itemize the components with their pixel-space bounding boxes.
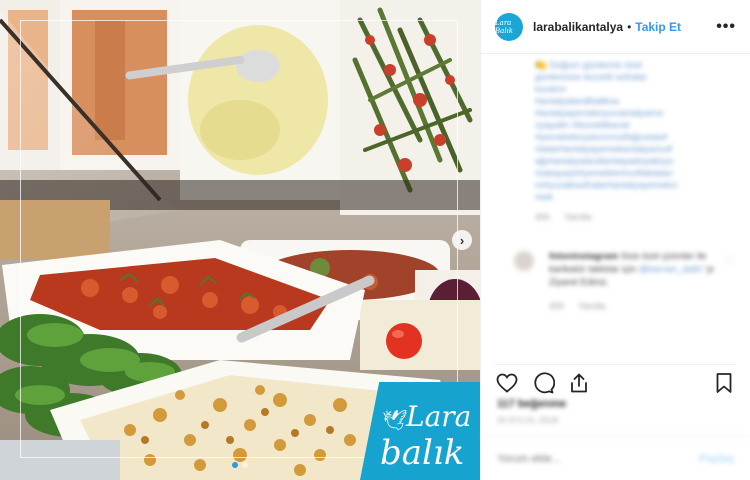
caption-line: zyayalin #lezzetlikanat [535, 120, 630, 131]
comment-mention[interactable]: @karvan_dallri [639, 264, 703, 275]
profile-avatar[interactable]: Lara Balık [495, 12, 523, 41]
share-icon[interactable] [567, 371, 591, 395]
caption-line: ağı#antalyalarafantalyadoyaklıyo [535, 156, 674, 167]
caption-meta: 40h Yanıtla [535, 212, 734, 222]
post-comment-button[interactable]: Paylaş [699, 453, 734, 465]
comments-section[interactable]: 🍋 Doğum günlerine özel günlerinize lezze… [481, 54, 750, 356]
carousel-dot-2 [242, 462, 248, 468]
caption-line: makayaşlı#yemeklerimutfaktaları [535, 168, 674, 179]
more-options-icon[interactable]: ••• [716, 18, 736, 36]
caption-line: kuralım [535, 84, 567, 95]
reply-link[interactable]: Yanıtla [578, 301, 605, 311]
comment-meta: 40h Yanıtla [549, 301, 734, 311]
post-caption: 🍋 Doğum günlerine özel günlerinize lezze… [535, 60, 734, 204]
chevron-right-icon: › [459, 232, 465, 248]
carousel-dot-1 [232, 462, 238, 468]
commenter-avatar[interactable] [513, 250, 535, 272]
avatar-text: Lara Balık [495, 18, 514, 35]
comment-like-icon[interactable]: ♡ [725, 256, 734, 267]
post-actions [495, 364, 736, 394]
caption-age: 40h [535, 212, 551, 222]
username-link[interactable]: larabalikantalya [533, 20, 623, 34]
bookmark-icon[interactable] [712, 371, 736, 395]
comment-age: 40h [549, 301, 565, 311]
comment-item: fotoninstagram Size özel çizimler ile ka… [497, 250, 734, 289]
post-side-panel: Lara Balık larabalikantalya • Takip Et •… [480, 0, 750, 480]
post-date: 20 EYLÜL 2018 [497, 416, 559, 425]
post-photo[interactable]: 🕊 Lara balık › [0, 0, 480, 480]
header-separator: • [627, 19, 632, 34]
caption-line: #antalyalarafbaliksa [535, 96, 619, 107]
bird-logo-icon: 🕊 [382, 410, 408, 432]
heart-icon[interactable] [495, 371, 519, 395]
caption-line: #yemekdünyasınımutfağıustaof [535, 132, 668, 143]
comment-icon[interactable] [531, 371, 555, 395]
caption-line: #antalyayemekoyunantalyamo [535, 108, 664, 119]
add-comment-bar: Paylaş [481, 436, 750, 480]
caption-line: m#yuzakisofralar#antalyayemekci [535, 180, 678, 191]
brand-logo-line1: Lara [406, 400, 472, 433]
commenter-username[interactable]: fotoninstagram [549, 251, 618, 262]
reply-link[interactable]: Yanıtla [564, 212, 591, 222]
follow-button[interactable]: Takip Et [635, 20, 681, 34]
comment-body: fotoninstagram Size özel çizimler ile ka… [549, 250, 725, 289]
caption-line: günlerinize lezzetli sofralar [535, 72, 647, 83]
comment-input[interactable] [497, 452, 700, 465]
post-header: Lara Balık larabalikantalya • Takip Et •… [481, 0, 750, 54]
caption-line: 🍋 Doğum günlerine özel [535, 60, 642, 71]
caption-line: mek [535, 192, 553, 203]
caption-line: rdalar#antalyayemekantalyamutf [535, 144, 673, 155]
carousel-next-button[interactable]: › [452, 230, 472, 250]
likes-count[interactable]: 117 beğenme [497, 398, 566, 410]
carousel-indicator [0, 462, 480, 468]
